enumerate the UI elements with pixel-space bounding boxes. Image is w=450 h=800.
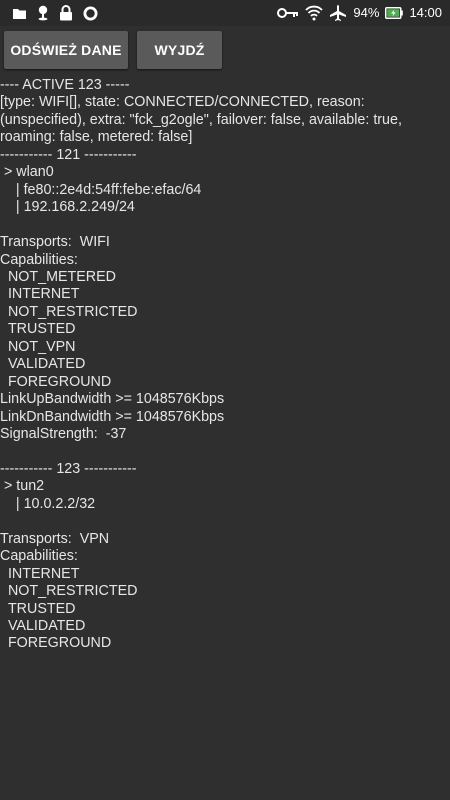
vpn-key-icon <box>277 7 299 19</box>
log-line: (unspecified), extra: "fck_g2ogle", fail… <box>0 111 402 128</box>
log-line: | 192.168.2.249/24 <box>0 199 135 216</box>
log-line: TRUSTED <box>0 600 76 617</box>
log-line: SignalStrength: -37 <box>0 426 127 443</box>
battery-percentage: 94% <box>353 5 380 20</box>
log-line: Transports: WIFI <box>0 234 110 251</box>
airplane-mode-icon <box>329 4 347 22</box>
log-line: > tun2 <box>0 478 45 495</box>
log-line: ---- ACTIVE 123 ----- <box>0 77 130 93</box>
log-line: Transports: VPN <box>0 530 110 547</box>
log-line: > wlan0 <box>0 164 54 181</box>
log-line: FOREGROUND <box>0 373 112 390</box>
log-line: [type: WIFI[], state: CONNECTED/CONNECTE… <box>0 94 365 111</box>
log-line: NOT_RESTRICTED <box>0 303 138 320</box>
log-line: ----------- 121 ----------- <box>0 146 137 163</box>
log-line: VALIDATED <box>0 356 86 373</box>
status-bar-system: 94% 14:00 <box>277 4 442 22</box>
log-line: ----------- 123 ----------- <box>0 460 137 477</box>
folder-icon <box>12 7 27 20</box>
log-line: LinkDnBandwidth >= 1048576Kbps <box>0 408 225 425</box>
log-line: NOT_VPN <box>0 338 76 355</box>
log-line: | fe80::2e4d:54ff:febe:efac/64 <box>0 181 202 198</box>
log-line: VALIDATED <box>0 618 86 634</box>
log-line: NOT_METERED <box>0 268 116 285</box>
location-pin-icon <box>37 5 49 21</box>
lock-icon <box>59 5 73 21</box>
log-line: LinkUpBandwidth >= 1048576Kbps <box>0 391 225 408</box>
exit-button[interactable]: WYJDŹ <box>137 31 222 69</box>
log-line: INTERNET <box>0 565 80 582</box>
log-line: INTERNET <box>0 286 80 303</box>
network-info-log: ---- ACTIVE 123 ----- [type: WIFI[], stat… <box>0 77 450 653</box>
record-icon <box>83 6 98 21</box>
log-line: roaming: false, metered: false] <box>0 129 193 146</box>
log-line: FOREGROUND <box>0 635 112 652</box>
log-line: | 10.0.2.2/32 <box>0 495 96 512</box>
status-bar-notifications <box>12 4 98 22</box>
status-bar: 94% 14:00 <box>0 0 450 26</box>
log-line: TRUSTED <box>0 321 76 338</box>
log-line: Capabilities: <box>0 548 78 565</box>
wifi-icon <box>305 5 324 21</box>
clock: 14:00 <box>409 5 442 20</box>
refresh-data-button[interactable]: ODŚWIEŻ DANE <box>4 31 128 69</box>
log-line: NOT_RESTRICTED <box>0 583 138 600</box>
battery-charging-icon <box>385 7 404 19</box>
log-line: Capabilities: <box>0 251 78 268</box>
